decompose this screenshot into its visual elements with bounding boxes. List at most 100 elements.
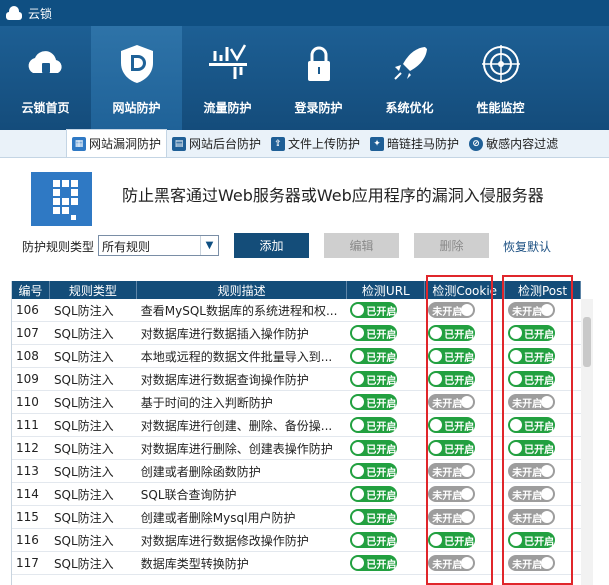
edit-button[interactable]: 编辑 [324, 233, 399, 258]
table-row[interactable]: 115 SQL防注入 创建或者删除Mysql用户防护 已开启 未开启 未开启 [12, 506, 581, 529]
tab-upload-protection[interactable]: ⇪ 文件上传防护 [266, 130, 365, 157]
col-desc[interactable]: 规则描述 [137, 281, 348, 299]
col-id[interactable]: 编号 [12, 281, 50, 299]
rule-id: 108 [16, 349, 39, 363]
post-toggle[interactable]: 未开启 [508, 509, 556, 525]
table-row[interactable]: 112 SQL防注入 对数据库进行删除、创建表操作防护 已开启 已开启 已开启 [12, 437, 581, 460]
cookie-toggle[interactable]: 已开启 [428, 325, 476, 341]
post-toggle[interactable]: 已开启 [508, 417, 556, 433]
cookie-toggle[interactable]: 已开启 [428, 371, 476, 387]
post-toggle[interactable]: 未开启 [508, 463, 556, 479]
table-row[interactable]: 111 SQL防注入 对数据库进行创建、删除、备份操... 已开启 已开启 已开启 [12, 414, 581, 437]
post-toggle[interactable]: 已开启 [508, 532, 556, 548]
cookie-toggle[interactable]: 未开启 [428, 394, 476, 410]
post-toggle[interactable]: 未开启 [508, 486, 556, 502]
cloud-lock-logo-icon [6, 6, 22, 20]
cookie-toggle[interactable]: 已开启 [428, 532, 476, 548]
url-toggle[interactable]: 已开启 [350, 325, 398, 341]
nav-system-optimize[interactable]: 系统优化 [364, 26, 455, 130]
url-toggle[interactable]: 已开启 [350, 486, 398, 502]
cookie-toggle[interactable]: 未开启 [428, 302, 476, 318]
cookie-toggle[interactable]: 已开启 [428, 440, 476, 456]
cookie-toggle[interactable]: 未开启 [428, 486, 476, 502]
post-toggle[interactable]: 未开启 [508, 302, 556, 318]
table-row[interactable]: 109 SQL防注入 对数据库进行数据查询操作防护 已开启 已开启 已开启 [12, 368, 581, 391]
url-toggle[interactable]: 已开启 [350, 394, 398, 410]
col-cookie[interactable]: 检测Cookie [425, 281, 506, 299]
cookie-toggle[interactable]: 已开启 [428, 348, 476, 364]
toggle-cell-url: 已开启 [347, 299, 425, 321]
toggle-cell-url: 已开启 [347, 345, 425, 367]
nav-web-protection[interactable]: 网站防护 [91, 26, 182, 130]
scroll-thumb[interactable] [583, 317, 591, 367]
post-toggle[interactable]: 已开启 [508, 440, 556, 456]
url-toggle[interactable]: 已开启 [350, 532, 398, 548]
toggle-cell-url: 已开启 [347, 483, 425, 505]
post-toggle[interactable]: 未开启 [508, 394, 556, 410]
tab-vulnerability-protection[interactable]: ▦ 网站漏洞防护 [66, 129, 168, 157]
url-toggle[interactable]: 已开启 [350, 509, 398, 525]
table-row[interactable]: 113 SQL防注入 创建或者删除函数防护 已开启 未开启 未开启 [12, 460, 581, 483]
rule-desc: 对数据库进行数据查询操作防护 [140, 372, 309, 387]
url-toggle[interactable]: 已开启 [350, 348, 398, 364]
cookie-toggle[interactable]: 未开启 [428, 555, 476, 571]
rule-id: 116 [16, 533, 39, 547]
rule-desc: 基于时间的注入判断防护 [140, 395, 273, 410]
chevron-down-icon[interactable]: ▼ [200, 236, 218, 255]
nav-login-protection[interactable]: 登录防护 [273, 26, 364, 130]
url-toggle[interactable]: 已开启 [350, 417, 398, 433]
cookie-toggle[interactable]: 未开启 [428, 463, 476, 479]
url-toggle[interactable]: 已开启 [350, 463, 398, 479]
nav-home[interactable]: 云锁首页 [0, 26, 91, 130]
toggle-cell-post: 未开启 [505, 552, 581, 574]
cookie-toggle[interactable]: 已开启 [428, 417, 476, 433]
table-row[interactable]: 106 SQL防注入 查看MySQL数据库的系统进程和权... 已开启 未开启 未开启 [12, 299, 581, 322]
rule-id: 115 [16, 510, 39, 524]
rule-id: 111 [16, 418, 39, 432]
url-toggle[interactable]: 已开启 [350, 302, 398, 318]
toggle-cell-cookie: 已开启 [425, 322, 505, 344]
padlock-icon [307, 46, 330, 81]
rule-type-select[interactable]: 所有规则 ▼ [98, 235, 219, 256]
post-toggle[interactable]: 已开启 [508, 348, 556, 364]
col-url[interactable]: 检测URL [347, 281, 426, 299]
col-type[interactable]: 规则类型 [50, 281, 137, 299]
post-toggle[interactable]: 已开启 [508, 371, 556, 387]
add-button[interactable]: 添加 [234, 233, 309, 258]
url-toggle[interactable]: 已开启 [350, 440, 398, 456]
table-header: 编号 规则类型 规则描述 检测URL 检测Cookie 检测Post [12, 281, 581, 299]
table-scrollbar[interactable] [581, 299, 593, 585]
toggle-cell-url: 已开启 [347, 529, 425, 551]
toggle-cell-cookie: 未开启 [425, 391, 505, 413]
toggle-cell-url: 已开启 [347, 460, 425, 482]
table-row[interactable]: 114 SQL防注入 SQL联合查询防护 已开启 未开启 未开启 [12, 483, 581, 506]
tab-trojan-protection[interactable]: ✦ 暗链挂马防护 [365, 130, 464, 157]
rules-table: 编号 规则类型 规则描述 检测URL 检测Cookie 检测Post 106 SQ… [11, 281, 581, 585]
post-toggle[interactable]: 未开启 [508, 555, 556, 571]
toggle-cell-post: 未开启 [505, 483, 581, 505]
rule-type: SQL防注入 [53, 349, 114, 364]
cookie-toggle[interactable]: 未开启 [428, 509, 476, 525]
table-row[interactable]: 117 SQL防注入 数据库类型转换防护 已开启 未开启 未开启 [12, 552, 581, 575]
restore-default-link[interactable]: 恢复默认 [503, 238, 551, 255]
toolbar: 防护规则类型 所有规则 ▼ 添加 编辑 删除 恢复默认 [0, 233, 609, 259]
nav-label: 云锁首页 [21, 101, 70, 115]
rule-type-label: 防护规则类型 [22, 240, 95, 254]
toggle-cell-cookie: 已开启 [425, 414, 505, 436]
nav-traffic-protection[interactable]: 流量防护 [182, 26, 273, 130]
tab-content-filter[interactable]: ⊘ 敏感内容过滤 [464, 130, 563, 157]
table-row[interactable]: 108 SQL防注入 本地或远程的数据文件批量导入到... 已开启 已开启 已开启 [12, 345, 581, 368]
table-row[interactable]: 110 SQL防注入 基于时间的注入判断防护 已开启 未开启 未开启 [12, 391, 581, 414]
table-row[interactable]: 107 SQL防注入 对数据库进行数据插入操作防护 已开启 已开启 已开启 [12, 322, 581, 345]
url-toggle[interactable]: 已开启 [350, 371, 398, 387]
delete-button[interactable]: 删除 [414, 233, 489, 258]
tab-admin-protection[interactable]: ▤ 网站后台防护 [167, 130, 266, 157]
toggle-cell-cookie: 未开启 [425, 506, 505, 528]
nav-performance-monitor[interactable]: 性能监控 [455, 26, 546, 130]
post-toggle[interactable]: 已开启 [508, 325, 556, 341]
url-toggle[interactable]: 已开启 [350, 555, 398, 571]
table-row[interactable]: 116 SQL防注入 对数据库进行数据修改操作防护 已开启 已开启 已开启 [12, 529, 581, 552]
nav-label: 网站防护 [112, 101, 161, 115]
col-post[interactable]: 检测Post [505, 281, 581, 299]
rule-type: SQL防注入 [53, 418, 114, 433]
